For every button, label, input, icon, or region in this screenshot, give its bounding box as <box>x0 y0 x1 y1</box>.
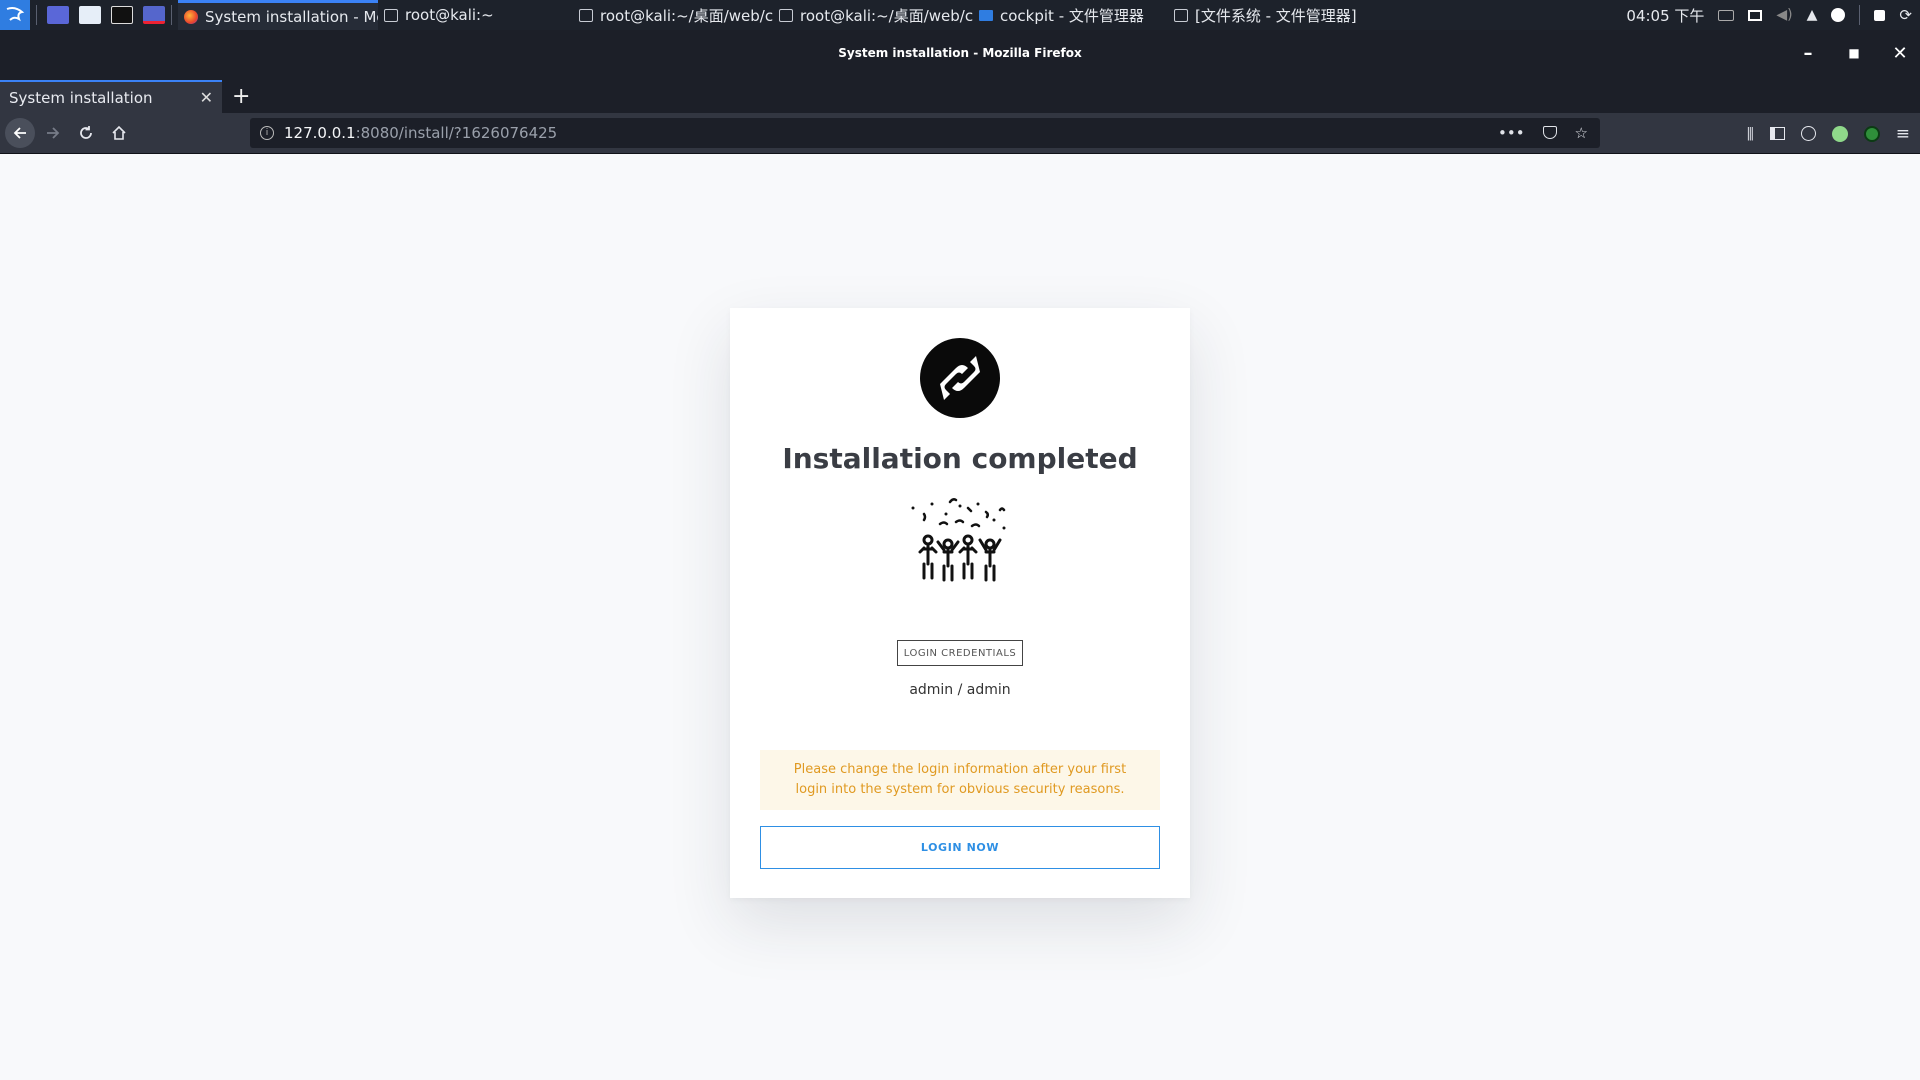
menu-icon[interactable]: ≡ <box>1896 124 1910 144</box>
pocket-icon[interactable] <box>1542 126 1557 139</box>
tab-system-installation[interactable]: System installation ✕ <box>0 80 222 113</box>
celebration-people-icon <box>911 498 1006 582</box>
site-info-icon[interactable]: i <box>260 126 274 140</box>
tab-close-icon[interactable]: ✕ <box>200 88 213 107</box>
tab-label: System installation <box>9 88 153 107</box>
forward-button[interactable] <box>38 118 68 148</box>
extension-dark-icon[interactable] <box>1863 125 1880 142</box>
keyboard-icon[interactable] <box>1718 9 1735 21</box>
taskbar: System installation - Mo... root@kali:~ … <box>0 0 1920 30</box>
task-terminal-3[interactable]: root@kali:~/桌面/web/c... <box>773 0 973 30</box>
page-actions-icon[interactable]: ••• <box>1498 124 1525 142</box>
new-tab-button[interactable]: + <box>232 80 252 113</box>
task-label: root@kali:~/桌面/web/c... <box>800 6 973 25</box>
display-icon[interactable] <box>1748 9 1763 21</box>
quick-launch <box>47 6 165 24</box>
window-title: System installation - Mozilla Firefox <box>838 46 1082 60</box>
home-icon <box>112 125 126 140</box>
lock-icon[interactable] <box>1874 9 1886 21</box>
task-terminal-1[interactable]: root@kali:~ <box>378 0 573 30</box>
separator <box>1859 5 1861 25</box>
bookmark-star-icon[interactable]: ☆ <box>1575 124 1588 142</box>
file-system-icon <box>1174 8 1188 22</box>
account-icon[interactable] <box>1800 126 1816 141</box>
task-firefox[interactable]: System installation - Mo... <box>178 0 378 30</box>
home-button[interactable] <box>104 118 134 148</box>
reload-icon <box>80 126 92 139</box>
task-label: System installation - Mo... <box>205 7 378 26</box>
login-credentials-badge: LOGIN CREDENTIALS <box>897 640 1023 666</box>
library-icon[interactable]: ⫼ <box>1747 125 1754 143</box>
navigation-bar: i 127.0.0.1 :8080/install/?1626076425 ••… <box>0 113 1920 154</box>
sidebar-icon[interactable] <box>1769 127 1785 140</box>
terminal-icon[interactable] <box>111 6 133 24</box>
task-terminal-2[interactable]: root@kali:~/桌面/web/c... <box>573 0 773 30</box>
window-controls: – ■ ✕ <box>1798 30 1910 76</box>
arrow-right-icon <box>47 127 60 139</box>
security-warning: Please change the login information afte… <box>760 750 1160 810</box>
task-label: root@kali:~ <box>405 6 494 24</box>
url-actions: ••• ☆ <box>1498 124 1588 142</box>
login-now-button[interactable]: LOGIN NOW <box>760 826 1160 869</box>
terminal-icon <box>579 8 593 22</box>
page-title: Installation completed <box>782 442 1138 475</box>
desktop-icon[interactable] <box>47 6 69 24</box>
folder-icon <box>979 9 993 21</box>
task-label: cockpit - 文件管理器 <box>1000 6 1144 25</box>
installation-card: Installation completed LOGIN CREDENTIALS… <box>730 308 1190 898</box>
url-host: 127.0.0.1 <box>284 124 356 142</box>
kali-menu-icon[interactable] <box>0 0 30 30</box>
close-window-icon[interactable]: ✕ <box>1890 43 1910 64</box>
terminal-icon <box>779 8 793 22</box>
screenshot-icon[interactable] <box>143 6 165 24</box>
task-file-manager-2[interactable]: [文件系统 - 文件管理器] <box>1168 0 1368 30</box>
task-label: [文件系统 - 文件管理器] <box>1195 6 1357 25</box>
arrow-left-icon <box>13 127 26 139</box>
notification-bell-icon[interactable]: ▲ <box>1807 7 1818 23</box>
terminal-icon <box>384 8 398 22</box>
toolbar-right: ⫼ ≡ <box>1747 113 1910 154</box>
task-label: root@kali:~/桌面/web/c... <box>600 6 773 25</box>
back-button[interactable] <box>5 118 35 148</box>
maximize-icon[interactable]: ■ <box>1844 46 1864 60</box>
volume-icon[interactable]: ◀) <box>1776 7 1792 23</box>
file-manager-icon[interactable] <box>79 6 101 24</box>
separator <box>171 5 172 25</box>
tab-strip: System installation ✕ + <box>0 76 1920 113</box>
clock[interactable]: 04:05 下午 <box>1626 5 1704 26</box>
credentials-value: admin / admin <box>909 682 1011 698</box>
system-tray: 04:05 下午 ◀) ▲ ⟳ <box>1626 5 1920 26</box>
minimize-icon[interactable]: – <box>1798 43 1818 64</box>
firefox-icon <box>184 9 198 24</box>
url-path: :8080/install/?1626076425 <box>355 124 558 142</box>
logout-icon[interactable]: ⟳ <box>1899 6 1912 24</box>
url-bar[interactable]: i 127.0.0.1 :8080/install/?1626076425 ••… <box>250 118 1600 148</box>
task-file-manager-1[interactable]: cockpit - 文件管理器 <box>973 0 1168 30</box>
reload-button[interactable] <box>71 118 101 148</box>
update-icon[interactable] <box>1831 8 1846 22</box>
separator <box>36 5 37 25</box>
extension-green-icon[interactable] <box>1831 125 1848 142</box>
cockpit-logo-icon <box>920 338 1000 418</box>
window-titlebar: System installation - Mozilla Firefox – … <box>0 30 1920 76</box>
